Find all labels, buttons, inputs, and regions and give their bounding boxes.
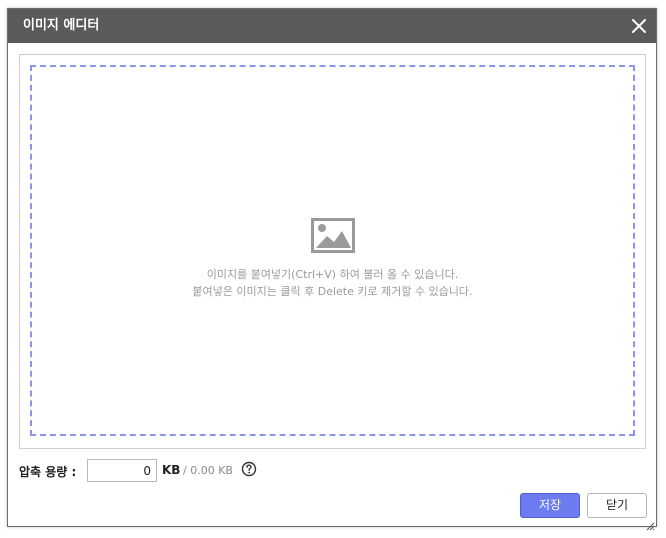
- compression-size-input[interactable]: [87, 459, 157, 482]
- editor-content-area: 이미지를 붙여넣기(Ctrl+V) 하여 불러 올 수 있습니다. 붙여넣은 이…: [19, 54, 646, 449]
- dialog-title: 이미지 에디터: [23, 18, 100, 33]
- dropzone-hint-delete: 붙여넣은 이미지는 클릭 후 Delete 키로 제거할 수 있습니다.: [192, 285, 473, 298]
- dropzone-hint-paste: 이미지를 붙여넣기(Ctrl+V) 하여 불러 올 수 있습니다.: [206, 268, 459, 281]
- help-circle-icon[interactable]: [241, 461, 257, 477]
- close-button[interactable]: 닫기: [587, 493, 647, 518]
- image-dropzone[interactable]: 이미지를 붙여넣기(Ctrl+V) 하여 불러 올 수 있습니다. 붙여넣은 이…: [30, 65, 635, 436]
- current-size-info: / 0.00 KB: [183, 464, 233, 477]
- dialog-titlebar[interactable]: 이미지 에디터: [8, 9, 656, 43]
- image-editor-dialog: 이미지 에디터 이미지를 붙여넣기(Ctrl+V) 하여 불러 올 수 있습니다…: [7, 8, 657, 531]
- compression-label: 압축 용량 :: [19, 465, 77, 479]
- close-icon[interactable]: [628, 15, 650, 37]
- resize-grip-icon[interactable]: [646, 516, 655, 531]
- compression-unit: KB: [162, 463, 181, 477]
- compression-row: 압축 용량 : KB / 0.00 KB: [19, 459, 419, 483]
- image-placeholder-icon: [311, 218, 355, 253]
- save-button[interactable]: 저장: [520, 493, 580, 518]
